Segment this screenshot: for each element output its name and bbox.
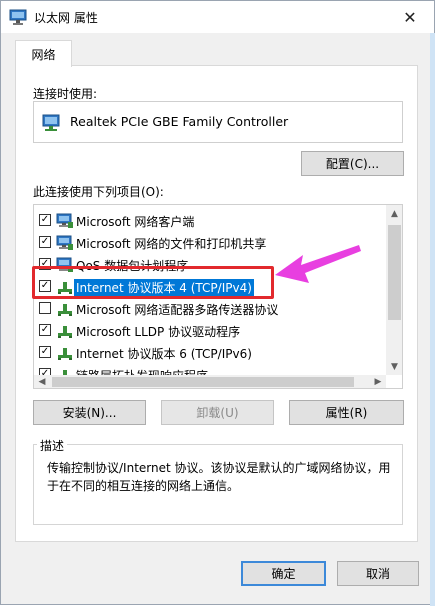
ok-button[interactable]: 确定 <box>241 561 326 586</box>
item-checkbox[interactable]: ✓ <box>39 214 51 226</box>
list-item[interactable]: ✓ Internet 协议版本 6 (TCP/IPv6) <box>34 342 386 364</box>
properties-window: 以太网 属性 ✕ 网络 连接时使用: Realtek PCIe GBE Fami… <box>0 0 435 606</box>
install-button[interactable]: 安装(N)... <box>33 400 146 425</box>
item-label: Microsoft 网络适配器多路传送器协议 <box>76 303 279 317</box>
list-item[interactable]: ✓ Microsoft LLDP 协议驱动程序 <box>34 320 386 342</box>
connect-using-label: 连接时使用: <box>33 87 98 101</box>
tab-network[interactable]: 网络 <box>15 40 72 67</box>
annotation-highlight-box <box>32 266 274 299</box>
properties-button[interactable]: 属性(R) <box>289 400 404 425</box>
network-adapter-icon <box>42 114 60 131</box>
item-checkbox[interactable]: ✓ <box>39 346 51 358</box>
item-checkbox[interactable] <box>39 302 51 314</box>
title-bar: 以太网 属性 ✕ <box>1 1 434 33</box>
scroll-right-icon[interactable]: ▶ <box>370 375 386 388</box>
item-label: Microsoft 网络客户端 <box>76 215 195 229</box>
network-client-icon <box>56 235 74 251</box>
item-label: Internet 协议版本 6 (TCP/IPv6) <box>76 347 252 361</box>
background-edge <box>430 33 435 606</box>
scroll-left-icon[interactable]: ◀ <box>34 375 50 388</box>
cancel-button[interactable]: 取消 <box>337 561 419 586</box>
tab-network-label: 网络 <box>31 47 56 62</box>
vertical-scrollbar[interactable]: ▲ ▼ <box>386 205 402 375</box>
horizontal-scroll-thumb[interactable] <box>52 377 354 387</box>
uninstall-button: 卸载(U) <box>161 400 274 425</box>
scroll-up-icon[interactable]: ▲ <box>386 205 402 222</box>
item-checkbox[interactable]: ✓ <box>39 324 51 336</box>
adapter-field: Realtek PCIe GBE Family Controller <box>33 101 403 143</box>
configure-button[interactable]: 配置(C)... <box>301 151 404 176</box>
item-label: 链路层拓扑发现响应程序 <box>76 367 208 375</box>
description-title: 描述 <box>37 437 68 454</box>
protocol-icon <box>56 301 74 317</box>
network-client-icon <box>56 213 74 229</box>
items-label: 此连接使用下列项目(O): <box>33 185 164 199</box>
item-checkbox[interactable]: ✓ <box>39 236 51 248</box>
protocol-icon <box>56 367 74 375</box>
list-item[interactable]: Microsoft 网络适配器多路传送器协议 <box>34 298 386 320</box>
annotation-arrow-icon <box>275 245 361 283</box>
protocol-icon <box>56 323 74 339</box>
close-button[interactable]: ✕ <box>390 3 430 31</box>
vertical-scroll-thumb[interactable] <box>388 225 401 320</box>
item-label: Microsoft LLDP 协议驱动程序 <box>76 325 241 339</box>
adapter-name: Realtek PCIe GBE Family Controller <box>70 114 289 129</box>
item-label: Microsoft 网络的文件和打印机共享 <box>76 237 267 251</box>
list-item[interactable]: ✓ Microsoft 网络客户端 <box>34 210 386 232</box>
protocol-icon <box>56 345 74 361</box>
close-icon: ✕ <box>403 7 417 27</box>
network-adapter-icon <box>9 9 27 25</box>
list-item[interactable]: ✓ 链路层拓扑发现响应程序 <box>34 364 386 375</box>
scroll-down-icon[interactable]: ▼ <box>386 358 402 375</box>
item-checkbox[interactable]: ✓ <box>39 368 51 375</box>
window-title: 以太网 属性 <box>34 11 98 25</box>
horizontal-scrollbar[interactable]: ◀ ▶ <box>34 375 386 388</box>
description-text: 传输控制协议/Internet 协议。该协议是默认的广域网络协议，用于在不同的相… <box>47 461 391 493</box>
